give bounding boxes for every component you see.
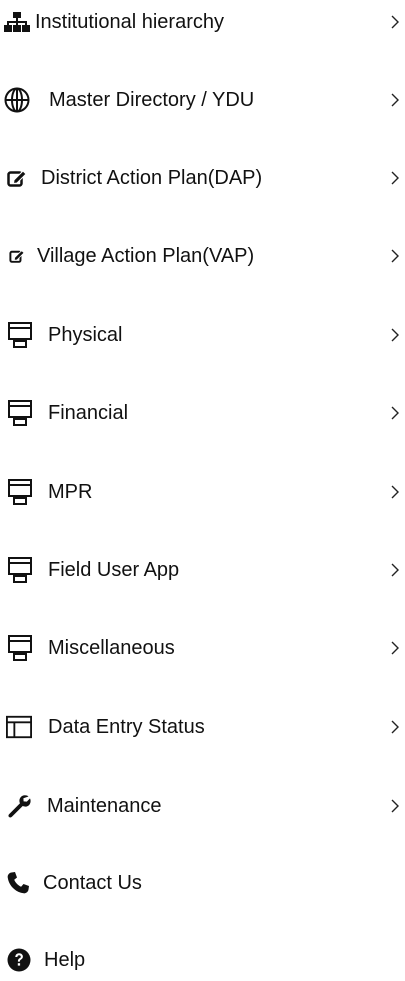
globe-icon: [4, 87, 30, 113]
menu-item-village-action-plan[interactable]: Village Action Plan(VAP): [0, 236, 405, 276]
window-icon: [7, 557, 33, 583]
window-icon: [7, 400, 33, 426]
menu-item-physical[interactable]: Physical: [0, 315, 405, 355]
menu-item-maintenance[interactable]: Maintenance: [0, 786, 405, 826]
menu-item-label: Miscellaneous: [48, 637, 175, 659]
chevron-right-icon: [389, 170, 401, 186]
menu-item-master-directory[interactable]: Master Directory / YDU: [0, 80, 405, 120]
menu-item-label: MPR: [48, 481, 93, 503]
menu-item-field-user-app[interactable]: Field User App: [0, 550, 405, 590]
menu-item-label: Data Entry Status: [48, 716, 205, 738]
table-layout-icon: [6, 714, 32, 740]
sitemap-icon: [4, 9, 30, 35]
chevron-right-icon: [389, 562, 401, 578]
menu-item-label: Master Directory / YDU: [49, 89, 255, 111]
phone-icon: [5, 870, 31, 896]
menu-item-institutional-hierarchy[interactable]: Institutional hierarchy: [0, 2, 405, 42]
question-circle-icon: [6, 947, 32, 973]
menu-item-label: Contact Us: [43, 872, 142, 894]
menu-item-label: Village Action Plan(VAP): [37, 245, 255, 267]
chevron-right-icon: [389, 798, 401, 814]
window-icon: [7, 479, 33, 505]
menu-item-label: District Action Plan(DAP): [41, 167, 263, 189]
chevron-right-icon: [389, 405, 401, 421]
chevron-right-icon: [389, 248, 401, 264]
chevron-right-icon: [389, 484, 401, 500]
menu-item-contact-us[interactable]: Contact Us: [0, 863, 405, 903]
menu-item-data-entry-status[interactable]: Data Entry Status: [0, 707, 405, 747]
menu-item-label: Institutional hierarchy: [35, 11, 224, 33]
menu-item-label: Field User App: [48, 559, 180, 581]
edit-icon: [4, 243, 30, 269]
menu-item-miscellaneous[interactable]: Miscellaneous: [0, 628, 405, 668]
window-icon: [7, 635, 33, 661]
chevron-right-icon: [389, 92, 401, 108]
window-icon: [7, 322, 33, 348]
menu-item-label: Physical: [48, 324, 123, 346]
wrench-icon: [6, 793, 32, 819]
menu-item-financial[interactable]: Financial: [0, 393, 405, 433]
chevron-right-icon: [389, 719, 401, 735]
menu-item-label: Financial: [48, 402, 129, 424]
chevron-right-icon: [389, 640, 401, 656]
chevron-right-icon: [389, 14, 401, 30]
chevron-right-icon: [389, 327, 401, 343]
menu-item-label: Help: [44, 949, 86, 971]
side-menu: Institutional hierarchy Master Directory…: [0, 0, 405, 981]
menu-item-mpr[interactable]: MPR: [0, 472, 405, 512]
menu-item-help[interactable]: Help: [0, 940, 405, 980]
edit-icon: [4, 165, 30, 191]
menu-item-district-action-plan[interactable]: District Action Plan(DAP): [0, 158, 405, 198]
menu-item-label: Maintenance: [47, 795, 162, 817]
